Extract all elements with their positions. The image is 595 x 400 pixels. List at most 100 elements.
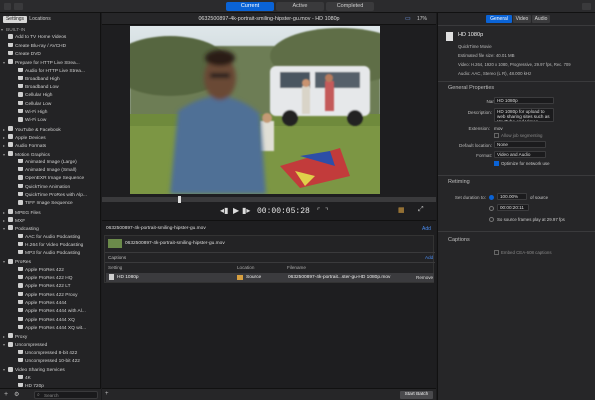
gear-icon[interactable]: ⚙ <box>14 391 19 398</box>
tree-item[interactable]: ▾ Motion Graphics <box>3 150 100 159</box>
tree-item[interactable]: Add to TV Home Videos <box>3 34 100 42</box>
tree-item[interactable]: Apple ProRes 422 <box>13 266 100 275</box>
inspector-toggle-icon[interactable] <box>582 3 591 10</box>
tree-item[interactable]: ▾ BUILT-IN <box>1 26 100 34</box>
tree-item[interactable]: Apple ProRes 422 Proxy <box>13 291 100 300</box>
video-preview[interactable] <box>130 26 380 194</box>
job-row[interactable]: HD 1080p Source 0632500897-4k-portrait..… <box>106 273 434 282</box>
tree-item[interactable]: 4K <box>13 374 100 383</box>
tree-item[interactable]: QuickTime ProRes with Alp... <box>13 192 100 200</box>
job-location[interactable]: Source <box>246 275 261 280</box>
percent-radio[interactable] <box>489 195 494 200</box>
step-back-icon[interactable]: ◂▮ <box>220 206 228 215</box>
tree-item[interactable]: Apple ProRes 4444 with Al... <box>13 308 100 316</box>
tree-item-label: Create Blu-ray / AVCHD <box>15 43 67 49</box>
add-file-icon[interactable] <box>14 3 23 10</box>
start-batch-button[interactable]: Start Batch <box>400 391 433 399</box>
tree-item[interactable]: ▾ Podcasting <box>3 225 100 233</box>
zoom-level[interactable]: 17% <box>417 16 427 22</box>
tab-locations[interactable]: Locations <box>28 16 52 23</box>
tree-item[interactable]: Apple ProRes 4444 XQ wit... <box>13 324 100 333</box>
preset-icon <box>8 50 13 56</box>
preset-icon <box>18 183 23 188</box>
tree-item[interactable]: Animated Image (Small) <box>13 167 100 175</box>
tree-item[interactable]: H.264 for Video Podcasting <box>13 241 100 250</box>
name-field[interactable]: HD 1080p <box>494 97 554 104</box>
optimize-checkbox[interactable] <box>494 161 499 166</box>
tree-item[interactable]: ▾ ProRes <box>3 258 100 266</box>
tree-item[interactable]: Create Blu-ray / AVCHD <box>3 42 100 51</box>
tree-item[interactable]: ▸ Apple Devices <box>3 134 100 142</box>
play-icon[interactable]: ▶ <box>233 206 239 215</box>
tab-general[interactable]: General <box>486 15 512 23</box>
preset-icon <box>8 125 13 131</box>
batch-add-icon[interactable]: + <box>105 391 109 397</box>
tree-item[interactable]: Wi-Fi High <box>13 109 100 117</box>
viewer-title: 0632500897-4k-portrait-smiling-hipster-g… <box>198 16 340 22</box>
tree-item[interactable]: Uncompressed 8-bit 422 <box>13 349 100 358</box>
timecode-radio[interactable] <box>489 206 494 211</box>
tree-item[interactable]: MP3 for Audio Podcasting <box>13 250 100 258</box>
tree-item[interactable]: ▸ Proxy <box>3 333 100 341</box>
tree-item[interactable]: Broadband High <box>13 75 100 84</box>
tree-item[interactable]: TIFF Image Sequence <box>13 200 100 208</box>
default-location-select[interactable]: None <box>494 141 546 148</box>
tab-audio[interactable]: Audio <box>532 15 550 23</box>
tree-item[interactable]: Uncompressed 10-bit 422 <box>13 358 100 366</box>
tree-item[interactable]: ▸ MXF <box>3 217 100 225</box>
tree-item[interactable]: Apple ProRes 4444 XQ <box>13 316 100 325</box>
display-icon[interactable]: ▭ <box>405 15 411 22</box>
format-select[interactable]: Video and Audio <box>494 151 546 158</box>
duration-percent-field[interactable]: 100.00% <box>497 193 527 200</box>
tree-item[interactable]: ▾ Video Sharing Services <box>3 366 100 374</box>
allow-segmenting-checkbox[interactable] <box>494 133 499 138</box>
tree-item-label: QuickTime ProRes with Alp... <box>25 193 87 198</box>
tree-item[interactable]: AAC for Audio Podcasting <box>13 233 100 242</box>
tree-item[interactable]: Animated Image (Large) <box>13 158 100 167</box>
tree-item-label: Wi-Fi Low <box>25 118 47 124</box>
tree-item[interactable]: Cellular High <box>13 92 100 100</box>
add-icon[interactable]: + <box>4 391 8 398</box>
tab-settings[interactable]: Settings <box>3 16 27 23</box>
tree-item[interactable]: OpenEXR Image Sequence <box>13 175 100 183</box>
tree-item[interactable]: Wi-Fi Low <box>13 117 100 125</box>
tree-item[interactable]: ▸ YouTube & Facebook <box>3 125 100 134</box>
tree-item[interactable]: Apple ProRes 422 LT <box>13 283 100 291</box>
description-field[interactable]: HD 1080p for upload to web sharing sites… <box>494 108 554 122</box>
source-frames-radio[interactable] <box>489 217 494 222</box>
tree-item[interactable]: Audio for HTTP Live Strea... <box>13 67 100 76</box>
tree-item[interactable]: Broadband Low <box>13 84 100 92</box>
tree-item[interactable]: ▾ Uncompressed <box>3 341 100 349</box>
search-field[interactable]: ⌕ Search <box>34 391 98 399</box>
job-filename[interactable]: 0632500897-4k-portrait...ster-gu-HD 1080… <box>288 275 390 280</box>
segment-active[interactable]: Active <box>276 2 324 11</box>
playhead[interactable] <box>178 196 181 203</box>
tree-item-label: Audio Formats <box>15 144 47 150</box>
captions-add-link[interactable]: Add <box>425 255 433 260</box>
in-point-icon[interactable]: ⌜ <box>317 207 320 215</box>
tree-item[interactable]: ▸ Audio Formats <box>3 142 100 150</box>
view-options-icon[interactable]: ▦ <box>398 206 405 214</box>
transport-bar: ◂▮ ▶ ▮▸ 00:00:05:28 ⌜ ⌝ ▦ ⤢ <box>102 203 436 221</box>
fullscreen-icon[interactable]: ⤢ <box>418 206 424 214</box>
sidebar-toggle-icon[interactable] <box>4 3 11 10</box>
embed-captions-checkbox[interactable] <box>494 250 499 255</box>
tab-video[interactable]: Video <box>513 15 531 23</box>
tree-item-label: Uncompressed <box>15 343 48 349</box>
tree-item[interactable]: Apple ProRes 422 HQ <box>13 275 100 283</box>
batch-add-link[interactable]: Add <box>422 226 431 232</box>
duration-timecode-field[interactable]: 00:00:20:11 <box>497 204 529 211</box>
remove-button[interactable]: Remove <box>416 275 433 280</box>
tree-item[interactable]: ▾ Prepare for HTTP Live Strea... <box>3 59 100 67</box>
tree-item[interactable]: Create DVD <box>3 50 100 59</box>
step-forward-icon[interactable]: ▮▸ <box>242 206 250 215</box>
inspector: General Video Audio HD 1080p QuickTime M… <box>437 13 595 400</box>
segment-completed[interactable]: Completed <box>326 2 374 11</box>
out-point-icon[interactable]: ⌝ <box>325 207 328 215</box>
tree-item[interactable]: Apple ProRes 4444 <box>13 299 100 308</box>
tree-item[interactable]: QuickTime Animation <box>13 183 100 192</box>
scrubber-track[interactable] <box>102 196 436 203</box>
segment-current[interactable]: Current <box>226 2 274 11</box>
tree-item[interactable]: Cellular Low <box>13 100 100 109</box>
tree-item[interactable]: ▸ MPEG Files <box>3 208 100 217</box>
